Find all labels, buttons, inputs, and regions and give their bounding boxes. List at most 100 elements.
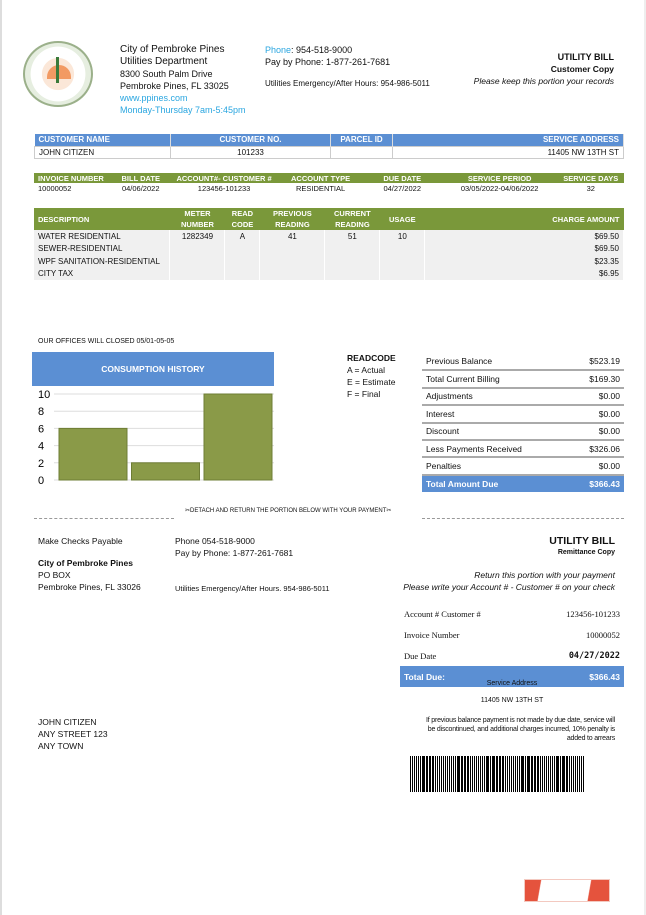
payee-city: Pembroke Pines, FL 33026: [38, 582, 141, 592]
barcode-bar: [458, 756, 460, 792]
col-header: USAGE: [388, 214, 416, 224]
barcode-bar: [450, 756, 452, 792]
barcode-bar: [528, 756, 530, 792]
summary-label: Total Amount Due: [422, 474, 570, 493]
barcode-bar: [538, 756, 539, 792]
barcode-bar: [431, 756, 433, 792]
summary-row: Adjustments $0.00: [422, 387, 624, 407]
barcode-bar: [513, 756, 514, 792]
barcode-bar: [569, 756, 571, 792]
col-header: SERVICE ADDRESS: [392, 134, 624, 146]
col-header: CUSTOMER NO.: [170, 134, 331, 146]
barcode-bar: [544, 756, 545, 792]
barcode-bar: [534, 756, 536, 792]
invoice-value: 04/27/2022: [383, 184, 421, 193]
barcode-bar: [574, 756, 577, 792]
summary-value: $366.43: [569, 474, 624, 493]
service-address: 11405 NW 13TH ST: [480, 697, 544, 704]
barcode-bar: [577, 756, 579, 792]
copy-label: Customer Copy: [550, 64, 614, 74]
org-address1: 8300 South Palm Drive: [120, 69, 213, 79]
barcode-bar: [509, 756, 510, 792]
summary-row: Total Amount Due $366.43: [422, 474, 624, 493]
col-header: INVOICE NUMBER: [38, 173, 104, 183]
invoice-value: 03/05/2022-04/06/2022: [460, 184, 539, 193]
invoice-number: 10000052: [586, 629, 620, 640]
summary-label: Total Current Billing: [422, 370, 570, 389]
barcode-bar: [549, 756, 551, 792]
barcode-bar: [580, 756, 583, 792]
barcode-bar: [429, 756, 431, 792]
charge-cell: [224, 255, 261, 268]
barcode-bar: [520, 756, 522, 792]
barcode-bar: [472, 756, 474, 792]
col-header: PARCEL ID: [330, 134, 393, 146]
keep-note: Please keep this portion your records: [473, 76, 614, 86]
charge-cell: $69.50: [424, 230, 624, 243]
field-label: Invoice Number: [404, 629, 460, 640]
barcode-bar: [487, 756, 489, 792]
charges-table: DESCRIPTION METER NUMBER READ CODE PREVIOUS…: [34, 208, 624, 280]
return-note: Return this portion with your payment: [474, 570, 615, 580]
invoice-value: 04/06/2022: [121, 184, 160, 193]
barcode-bar: [456, 756, 458, 792]
barcode-bar: [485, 756, 487, 792]
consumption-bar: [131, 462, 200, 481]
detach-note: ✂DETACH AND RETURN THE PORTION BELOW WIT…: [185, 508, 392, 514]
summary-value: $326.06: [569, 439, 624, 459]
barcode-bar: [532, 756, 534, 792]
col-header: READ CODE: [231, 209, 254, 229]
remit-emergency: Utilities Emergency/After Hours. 954-986…: [175, 584, 330, 593]
field-label: Due Date: [404, 650, 437, 661]
charge-cell: [224, 267, 261, 280]
summary-value: $523.19: [569, 353, 624, 372]
account-customer-no: 123456-101233: [566, 608, 620, 619]
barcode-bar: [493, 756, 495, 792]
barcode-bar: [491, 756, 493, 792]
barcode-bar: [559, 756, 561, 792]
summary-label: Interest: [422, 405, 570, 424]
col-header: CUSTOMER NAME: [34, 134, 171, 146]
barcode-bar: [526, 756, 528, 792]
barcode-bar: [497, 756, 499, 792]
charge-cell: [259, 255, 326, 268]
barcode-bar: [421, 756, 423, 792]
y-tick-label: 0: [38, 475, 44, 486]
customer-name: JOHN CITIZEN: [34, 145, 171, 159]
barcode-bar: [433, 756, 435, 792]
remit-copy: Remittance Copy: [557, 549, 615, 556]
barcode: [410, 756, 585, 792]
col-header: CURRENT READING: [334, 209, 371, 229]
bill-title: UTILITY BILL: [557, 52, 614, 62]
table-row: WPF SANITATION-RESIDENTIAL $23.35: [34, 255, 624, 268]
service-address: 11405 NW 13TH ST: [392, 145, 624, 159]
consumption-chart: 0 2 4 6 8 10: [38, 389, 274, 486]
barcode-bar: [415, 756, 417, 792]
barcode-bar: [542, 756, 544, 792]
chart-title: CONSUMPTION HISTORY: [32, 352, 274, 386]
table-row: SEWER-RESIDENTIAL $69.50: [34, 242, 624, 255]
invoice-value: 123456-101233: [197, 184, 251, 193]
summary-value: $0.00: [569, 422, 624, 441]
field-label: Account # Customer #: [404, 608, 481, 619]
barcode-bar: [579, 756, 580, 792]
charge-cell: 10: [379, 230, 426, 243]
office-note: OUR OFFICES WILL CLOSED 05/01-05-05: [38, 338, 175, 345]
dept-name: Utilities Department: [120, 56, 208, 67]
col-header: SERVICE PERIOD: [467, 173, 532, 183]
barcode-bar: [466, 756, 468, 792]
summary-value: $0.00: [569, 457, 624, 476]
detach-line: [422, 518, 624, 519]
barcode-bar: [524, 756, 526, 792]
summary-row: Discount $0.00: [422, 422, 624, 441]
charge-cell: [324, 267, 381, 280]
emergency-phone: Utilities Emergency/After Hours: 954-986…: [265, 79, 430, 88]
pay-by-phone: Pay by Phone: 1-877-261-7681: [265, 57, 391, 67]
barcode-bar: [484, 756, 485, 792]
charge-cell: [259, 242, 326, 255]
website-link[interactable]: www.ppines.com: [120, 92, 246, 104]
charge-cell: [324, 255, 381, 268]
barcode-bar: [555, 756, 557, 792]
col-header: DUE DATE: [383, 173, 422, 183]
barcode-bar: [554, 756, 555, 792]
